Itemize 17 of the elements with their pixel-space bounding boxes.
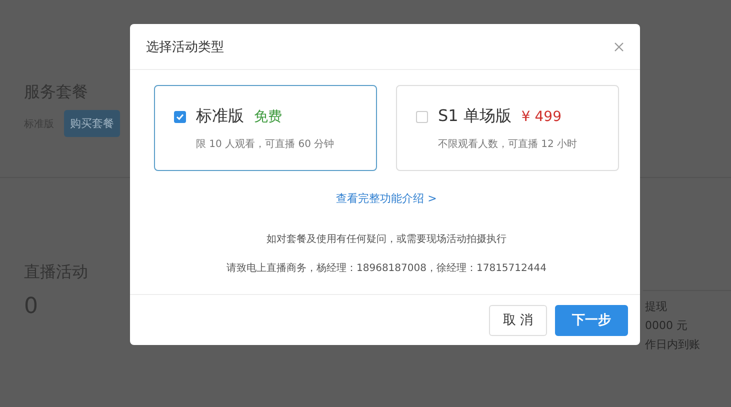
close-icon[interactable] bbox=[614, 42, 624, 52]
checkbox[interactable] bbox=[174, 110, 186, 122]
plan-card[interactable]: 标准版 免费 限 10 人观看，可直播 60 分钟 bbox=[154, 85, 377, 171]
plan-name: S1 单场版 bbox=[438, 106, 512, 127]
feature-link[interactable]: 查看完整功能介绍 > bbox=[336, 191, 437, 206]
plan-description: 不限观看人数，可直播 12 小时 bbox=[437, 138, 578, 151]
plan-price: 免费 bbox=[254, 108, 282, 126]
cancel-button[interactable]: 取 消 bbox=[488, 304, 547, 336]
checkbox[interactable] bbox=[416, 110, 428, 122]
plan-name: 标准版 bbox=[196, 106, 244, 127]
dialog-title: 选择活动类型 bbox=[146, 38, 224, 56]
plan-price: ¥ 499 bbox=[521, 108, 562, 124]
info-text: 请致电上直播商务，杨经理：18968187008，徐经理：17815712444 bbox=[226, 262, 546, 275]
plan-card[interactable]: S1 单场版 ¥ 499 不限观看人数，可直播 12 小时 bbox=[396, 85, 619, 171]
plan-description: 限 10 人观看，可直播 60 分钟 bbox=[195, 138, 336, 151]
buy-plan-button[interactable]: 购买套餐 bbox=[64, 110, 120, 137]
info-text: 如对套餐及使用有任何疑问，或需要现场活动拍摄执行 bbox=[266, 232, 506, 246]
